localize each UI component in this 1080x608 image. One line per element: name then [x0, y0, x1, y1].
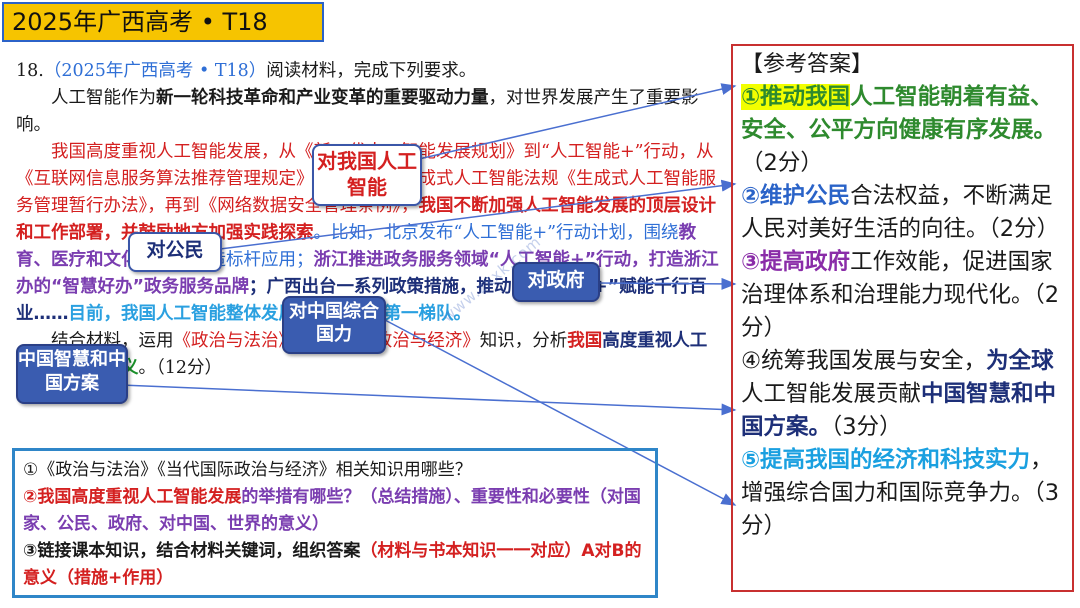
analysis-steps-box: ①《政治与法治》《当代国际政治与经济》相关知识用哪些？ ②我国高度重视人工智能发…: [12, 448, 658, 598]
reference-answer-box: 【参考答案】 ①推动我国人工智能朝着有益、安全、公平方向健康有序发展。（2分） …: [731, 44, 1074, 592]
answer-title: 【参考答案】: [741, 52, 874, 77]
answer-2: ②维护公民合法权益，不断满足人民对美好生活的向往。（2分）: [741, 183, 1060, 242]
callout-ai: 对我国人工智能: [312, 144, 422, 206]
page-title: 2025年广西高考 • T18: [2, 2, 324, 42]
answer-5: ⑤提高我国的经济和科技实力，增强综合国力和国际竞争力。（3分）: [741, 447, 1060, 539]
question-stem: 18.（2025年广西高考 • T18）阅读材料，完成下列要求。: [16, 61, 477, 81]
callout-government: 对政府: [512, 262, 600, 302]
material-paragraph-1: 人工智能作为新一轮科技革命和产业变革的重要驱动力量，对世界发展产生了重要影响。: [16, 88, 699, 135]
step-3: ③链接课本知识，结合材料关键词，组织答案（材料与书本知识一一对应）A对B的意义（…: [23, 541, 642, 588]
arrow-china-wisdom: [119, 384, 737, 416]
step-2: ②我国高度重视人工智能发展的举措有哪些？（总结措施）、重要性和必要性（对国家、公…: [23, 487, 641, 534]
callout-citizen: 对公民: [128, 232, 222, 272]
callout-national-power: 对中国综合国力: [282, 296, 386, 354]
answer-4: ④统筹我国发展与安全，为全球人工智能发展贡献中国智慧和中国方案。（3分）: [741, 348, 1057, 440]
callout-china-wisdom: 中国智慧和中国方案: [16, 344, 128, 404]
step-1: ①《政治与法治》《当代国际政治与经济》相关知识用哪些？: [23, 460, 472, 480]
answer-3: ③提高政府工作效能，促进国家治理体系和治理能力现代化。（2分）: [741, 249, 1060, 341]
answer-1: ①推动我国人工智能朝着有益、安全、公平方向健康有序发展。（2分）: [741, 84, 1057, 176]
